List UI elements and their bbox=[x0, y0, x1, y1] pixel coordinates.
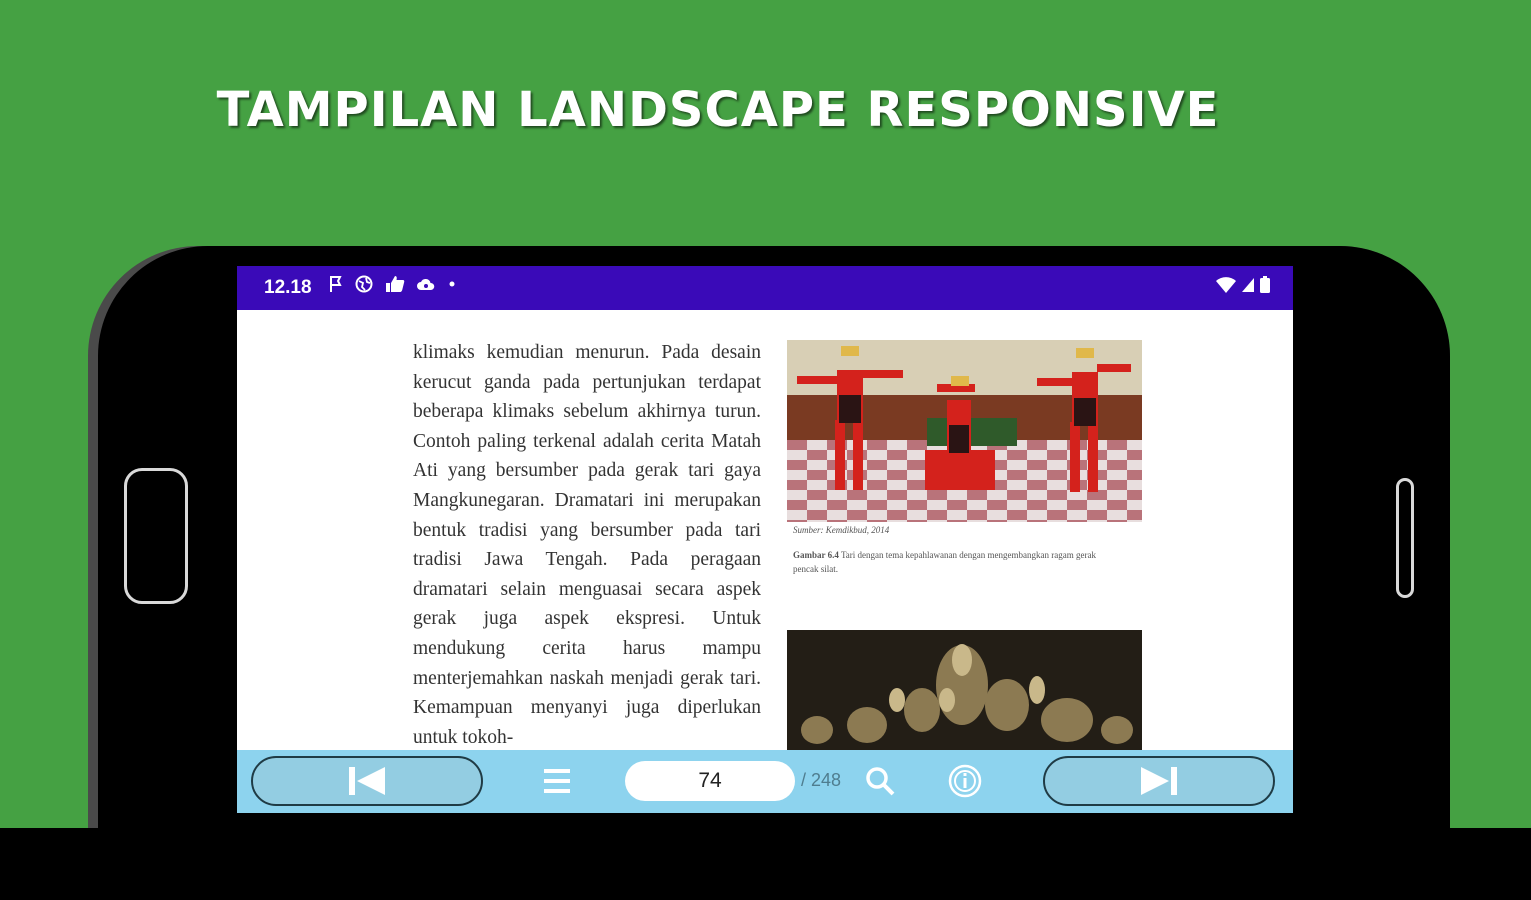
reader-toolbar: 74 / 248 bbox=[237, 750, 1293, 813]
thumbs-up-icon bbox=[386, 276, 405, 292]
figure-label: Gambar 6.4 bbox=[793, 550, 839, 560]
menu-icon[interactable] bbox=[543, 766, 571, 796]
wifi-icon bbox=[1216, 277, 1236, 293]
phone-screen: 12.18 klimaks kemudian menurun. Pada des… bbox=[237, 266, 1293, 813]
skip-previous-icon bbox=[349, 767, 385, 795]
search-icon[interactable] bbox=[865, 766, 895, 796]
globe-icon bbox=[355, 275, 373, 293]
flag-icon bbox=[330, 276, 342, 292]
status-right-icons bbox=[1215, 276, 1271, 294]
skip-next-icon bbox=[1141, 767, 1177, 795]
next-page-button[interactable] bbox=[1043, 756, 1275, 806]
page-number-input[interactable]: 74 bbox=[625, 761, 795, 801]
total-pages: / 248 bbox=[801, 770, 842, 790]
figure-caption-block: Gambar 6.4 Tari dengan tema kepahlawanan… bbox=[793, 548, 1123, 576]
dot-icon bbox=[449, 281, 455, 287]
book-text-column: klimaks kemudian menurun. Pada desain ke… bbox=[413, 338, 761, 752]
battery-icon bbox=[1260, 276, 1270, 293]
status-left-icons bbox=[329, 275, 457, 293]
phone-home-button bbox=[124, 468, 188, 604]
phone-speaker-slot bbox=[1396, 478, 1414, 598]
signal-icon bbox=[1242, 278, 1254, 292]
dance-photo-1-image bbox=[787, 340, 1142, 522]
dance-photo-2-image bbox=[787, 630, 1142, 750]
headline: TAMPILAN LANDSCAPE RESPONSIVE bbox=[216, 82, 1220, 138]
cloud-icon bbox=[417, 278, 435, 290]
book-paragraph: klimaks kemudian menurun. Pada desain ke… bbox=[413, 342, 761, 748]
info-icon[interactable] bbox=[948, 764, 982, 798]
status-clock: 12.18 bbox=[264, 277, 312, 298]
figure-caption: Tari dengan tema kepahlawanan dengan men… bbox=[793, 550, 1096, 574]
status-bar: 12.18 bbox=[237, 266, 1293, 310]
dance-photo-2 bbox=[787, 630, 1142, 750]
previous-page-button[interactable] bbox=[251, 756, 483, 806]
dance-photo-1 bbox=[787, 340, 1142, 522]
figure-source: Sumber: Kemdikbud, 2014 bbox=[793, 525, 890, 535]
